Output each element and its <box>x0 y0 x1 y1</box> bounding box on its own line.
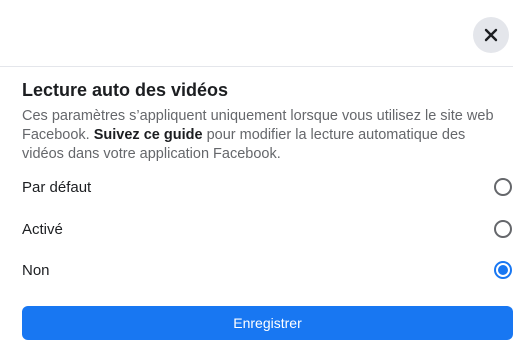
close-icon <box>484 28 498 42</box>
close-button[interactable] <box>473 17 509 53</box>
header-divider <box>0 66 513 67</box>
video-autoplay-dialog: Lecture auto des vidéos Ces paramètres s… <box>0 0 513 344</box>
option-enabled-radio[interactable] <box>494 220 512 238</box>
dialog-description: Ces paramètres s’appliquent uniquement l… <box>22 107 502 164</box>
option-enabled[interactable]: Activé <box>0 212 513 246</box>
save-button[interactable]: Enregistrer <box>22 306 513 340</box>
option-default[interactable]: Par défaut <box>0 170 513 204</box>
option-default-label: Par défaut <box>22 178 92 196</box>
option-enabled-label: Activé <box>22 220 63 238</box>
option-off-label: Non <box>22 261 50 279</box>
option-off-radio[interactable] <box>494 261 512 279</box>
option-default-radio[interactable] <box>494 178 512 196</box>
dialog-title: Lecture auto des vidéos <box>22 80 229 100</box>
option-off[interactable]: Non <box>0 253 513 287</box>
guide-link[interactable]: Suivez ce guide <box>94 127 203 143</box>
